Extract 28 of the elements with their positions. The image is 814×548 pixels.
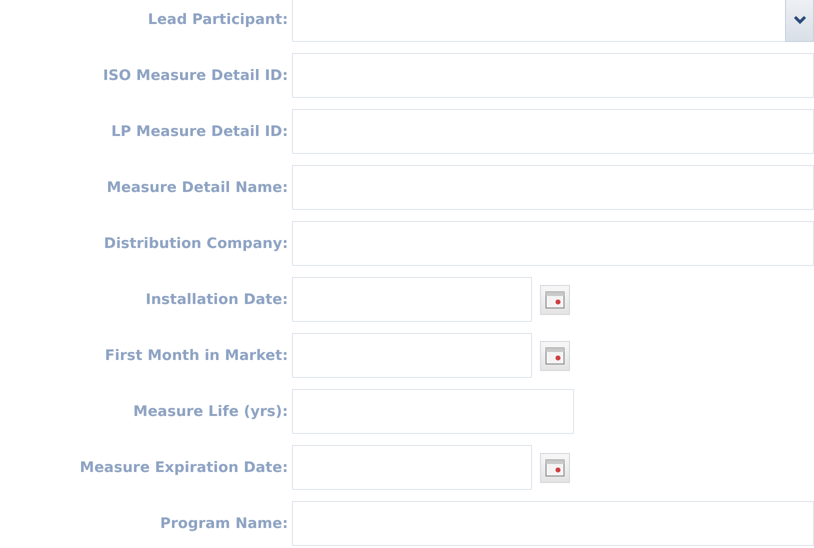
field-label: ISO Measure Detail ID: [102,68,288,84]
field-label: Measure Life (yrs): [132,404,288,420]
dropdown-button[interactable] [785,0,814,42]
field-label: Program Name: [159,516,288,532]
input-field[interactable] [292,501,814,546]
dropdown-field[interactable] [292,0,785,42]
date-field[interactable] [292,445,532,490]
field-label: Measure Expiration Date: [78,460,288,476]
chevron-down-icon [792,14,806,24]
calendar-button[interactable] [540,452,570,482]
input-field[interactable] [292,53,814,98]
calendar-button[interactable] [540,340,570,370]
calendar-icon [545,458,565,476]
input-field[interactable] [292,165,814,210]
field-label: Lead Participant: [146,12,288,28]
field-label: Measure Detail Name: [106,180,288,196]
calendar-icon [545,290,565,308]
input-field[interactable] [292,109,814,154]
date-field[interactable] [292,333,532,378]
date-field[interactable] [292,277,532,322]
field-label: Distribution Company: [102,236,288,252]
calendar-icon [545,346,565,364]
field-label: LP Measure Detail ID: [110,124,288,140]
calendar-button[interactable] [540,284,570,314]
field-label: Installation Date: [144,292,288,308]
input-field[interactable] [292,389,574,434]
field-label: First Month in Market: [104,348,288,364]
input-field[interactable] [292,221,814,266]
